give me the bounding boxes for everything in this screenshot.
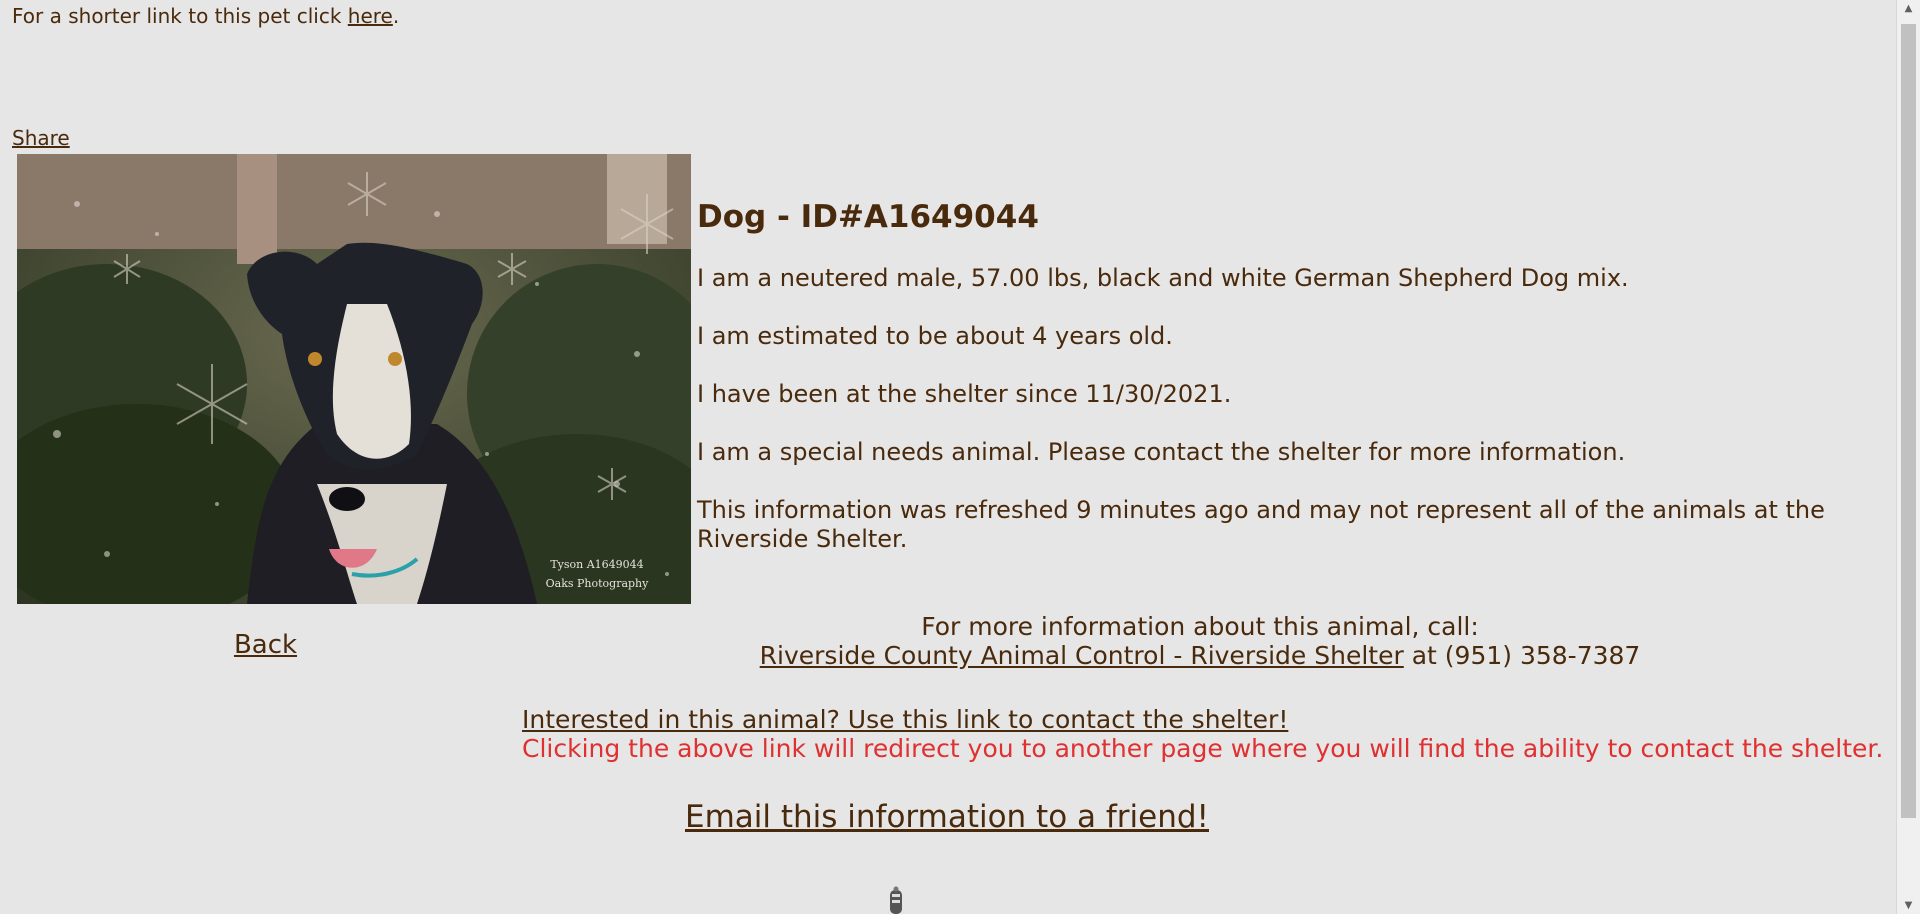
contact-call-text: For more information about this animal, … — [921, 612, 1479, 641]
photo-caption-name: Tyson A1649044 — [550, 558, 643, 571]
animal-description: I am a neutered male, 57.00 lbs, black a… — [697, 264, 1629, 292]
short-link-here[interactable]: here — [348, 4, 393, 28]
scroll-up-arrow-icon[interactable]: ▲ — [1897, 0, 1920, 17]
short-link-period: . — [392, 4, 400, 28]
interested-contact-link[interactable]: Interested in this animal? Use this link… — [522, 705, 1288, 734]
animal-special-needs: I am a special needs animal. Please cont… — [697, 438, 1626, 466]
pet-photo: Tyson A1649044 Oaks Photography — [17, 154, 691, 604]
short-link-text: For a shorter link to this pet click — [12, 4, 348, 28]
refresh-notice: This information was refreshed 9 minutes… — [697, 496, 1825, 553]
animal-intake-date: I have been at the shelter since 11/30/2… — [697, 380, 1232, 408]
shelter-link[interactable]: Riverside County Animal Control - Rivers… — [760, 641, 1404, 670]
contact-info: For more information about this animal, … — [522, 612, 1878, 670]
interested-section: Interested in this animal? Use this link… — [522, 705, 1883, 763]
email-friend-link[interactable]: Email this information to a friend! — [522, 797, 1372, 837]
photo-caption-credit: Oaks Photography — [546, 577, 650, 590]
animal-age: I am estimated to be about 4 years old. — [697, 322, 1173, 350]
loading-spinner-icon — [887, 886, 905, 914]
scroll-down-arrow-icon[interactable]: ▼ — [1897, 897, 1920, 914]
short-link-line: For a shorter link to this pet click her… — [12, 4, 399, 28]
redirect-warning: Clicking the above link will redirect yo… — [522, 734, 1884, 763]
contact-shelter-line: Riverside County Animal Control - Rivers… — [522, 641, 1878, 670]
animal-title: Dog - ID#A1649044 — [697, 199, 1039, 235]
share-link[interactable]: Share — [12, 126, 70, 150]
back-link[interactable]: Back — [17, 630, 514, 660]
pet-detail-page: For a shorter link to this pet click her… — [0, 0, 1897, 914]
scrollbar-thumb[interactable] — [1901, 24, 1916, 818]
animal-details: Dog - ID#A1649044 I am a neutered male, … — [697, 198, 1877, 583]
shelter-phone: at (951) 358-7387 — [1403, 641, 1641, 670]
vertical-scrollbar[interactable]: ▲ ▼ — [1896, 0, 1920, 914]
